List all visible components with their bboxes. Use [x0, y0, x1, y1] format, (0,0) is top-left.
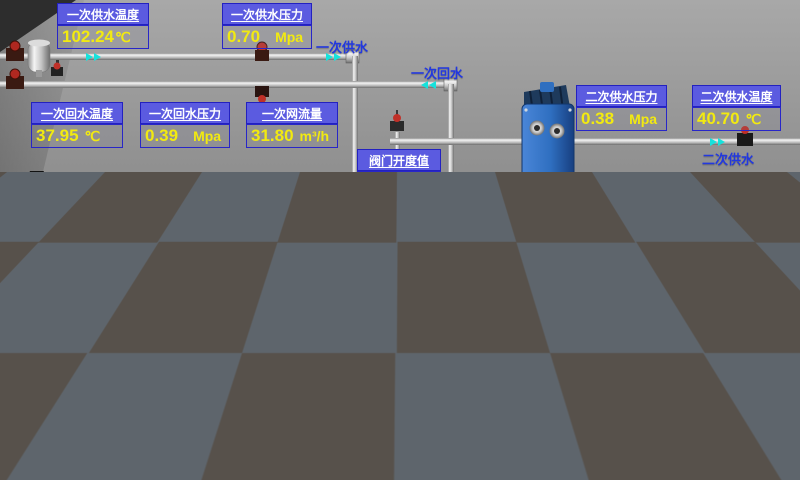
- drain-valve-supply[interactable]: [51, 60, 63, 76]
- gauge-value: 0.39: [145, 126, 178, 146]
- gauge-title: 二次回水压力: [576, 245, 665, 267]
- pipe-label-secondary-supply: 二次供水: [702, 149, 754, 168]
- gauge-primary-return-temp[interactable]: 一次回水温度 37.95 ℃: [31, 102, 123, 148]
- pipe-label-primary-return: 一次回水: [411, 63, 463, 82]
- gauge-title: 水箱液位高度: [32, 296, 124, 318]
- hmi-heating-station-screen: 一次供水温度 102.24℃ 一次供水压力 0.70Mpa 一次回水温度 37.…: [0, 0, 800, 480]
- gauge-value: 1.10: [37, 320, 70, 340]
- gauge-secondary-supply-pressure[interactable]: 二次供水压力 0.38 Mpa: [576, 85, 667, 131]
- scene: [0, 0, 800, 480]
- gauge-title: 一次网流量: [246, 102, 338, 124]
- gauge-title: 二次供水压力: [576, 85, 667, 107]
- gauge-value: 0.70: [227, 27, 260, 47]
- gauge-unit: Mpa: [629, 111, 657, 127]
- gauge-title: 一次回水温度: [31, 102, 123, 124]
- gauge-unit: Hz: [331, 400, 348, 416]
- gauge-value: 31.80: [251, 126, 294, 146]
- gauge-tank-level[interactable]: 水箱液位高度 1.10 m³: [32, 296, 124, 342]
- strainer-separator: [28, 40, 50, 78]
- gauge-title: 二次供水温度: [692, 85, 781, 107]
- gauge-unit: %: [410, 175, 422, 191]
- gauge-value: 0.38: [581, 109, 614, 129]
- gauge-value: 37.95: [36, 126, 79, 146]
- pipe-label-primary-supply: 一次供水: [316, 37, 368, 56]
- gauge-unit: m³: [85, 322, 102, 338]
- gauge-value: 36.63: [697, 269, 740, 289]
- gauge-primary-return-pressure[interactable]: 一次回水压力 0.39 Mpa: [140, 102, 230, 148]
- gauge-primary-supply-temp[interactable]: 一次供水温度 102.24℃: [57, 3, 149, 49]
- gauge-title: 一次供水压力: [222, 3, 312, 25]
- pipe-label-makeup-water: 补水: [583, 401, 609, 420]
- gauge-value: 0.27: [581, 269, 614, 289]
- gauge-secondary-supply-temp[interactable]: 二次供水温度 40.70 ℃: [692, 85, 781, 131]
- valve-top-left-supply[interactable]: [6, 41, 24, 61]
- gauge-unit: Mpa: [275, 29, 303, 45]
- pipe-label-secondary-return: 二次回水: [717, 309, 769, 328]
- gauge-title: 阀门开度值: [357, 149, 441, 171]
- gauge-unit: Mpa: [629, 271, 657, 287]
- gauge-value: 102.24: [62, 27, 114, 47]
- gauge-value: 40.70: [697, 109, 740, 129]
- gauge-primary-network-flow[interactable]: 一次网流量 31.80 m³/h: [246, 102, 338, 148]
- gauge-unit: m³/h: [300, 128, 330, 144]
- gauge-value: 33.88: [282, 398, 325, 418]
- valve-secondary-return-right[interactable]: [782, 283, 796, 307]
- gauge-title: 二次回水温度: [692, 245, 781, 267]
- gauge-makeup-pump-frequency[interactable]: 补水泵频率 33.88 Hz: [277, 374, 369, 420]
- gauge-title: 补水泵频率: [277, 374, 369, 396]
- gauge-title: 一次供水温度: [57, 3, 149, 25]
- gauge-unit: Mpa: [193, 128, 221, 144]
- gauge-secondary-return-pressure[interactable]: 二次回水压力 0.27 Mpa: [576, 245, 665, 291]
- valve-top-left-return[interactable]: [6, 69, 24, 89]
- gauge-primary-supply-pressure[interactable]: 一次供水压力 0.70 Mpa: [222, 3, 312, 49]
- gauge-secondary-return-temp[interactable]: 二次回水温度 36.63 ℃: [692, 245, 781, 291]
- gauge-unit: ℃: [85, 128, 101, 145]
- baseboard: [0, 171, 44, 253]
- gauge-unit: ℃: [746, 111, 762, 128]
- control-valve[interactable]: [390, 114, 404, 131]
- gauge-unit: ℃: [746, 271, 762, 288]
- gauge-title: 一次回水压力: [140, 102, 230, 124]
- gauge-unit: ℃: [115, 29, 131, 46]
- gauge-value: 5.92: [362, 173, 395, 193]
- valve-return-mid[interactable]: [255, 86, 269, 103]
- gauge-valve-opening[interactable]: 阀门开度值 5.92%: [357, 149, 441, 195]
